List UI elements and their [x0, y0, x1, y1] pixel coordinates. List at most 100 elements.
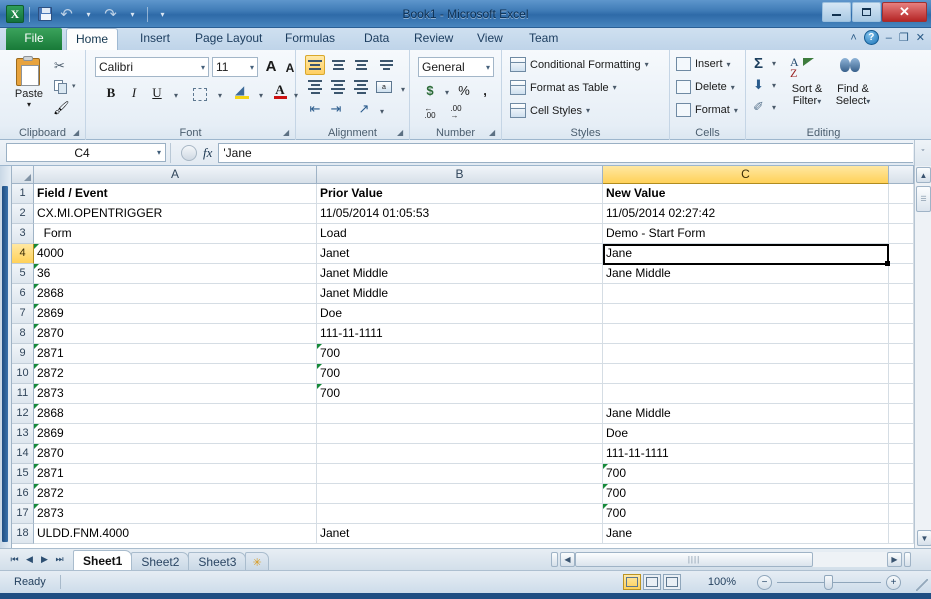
grid-cell[interactable]: Doe — [603, 424, 889, 444]
sheet-tab-sheet3[interactable]: Sheet3 — [188, 551, 247, 571]
grid-cell[interactable] — [889, 304, 914, 324]
grid-cell[interactable] — [317, 464, 603, 484]
underline-dropdown-icon[interactable]: ▾ — [166, 85, 186, 105]
row-header[interactable]: 15 — [12, 464, 34, 484]
orientation-icon[interactable]: ↗ — [354, 99, 374, 119]
column-header-b[interactable]: B — [317, 166, 603, 184]
grow-font-icon[interactable]: A — [261, 56, 281, 76]
row-header[interactable]: 3 — [12, 224, 34, 244]
find-select-button[interactable]: Find & Select▾ — [830, 55, 876, 108]
increase-decimal-icon[interactable]: ← .00 — [420, 102, 440, 122]
grid-cell[interactable]: 700 — [603, 464, 889, 484]
grid-cell[interactable]: 2868 — [34, 284, 317, 304]
row-header[interactable]: 2 — [12, 204, 34, 224]
copy-dropdown-icon[interactable]: ▾ — [72, 82, 76, 90]
formula-input[interactable]: 'Jane — [218, 142, 913, 163]
zoom-out-button[interactable]: − — [757, 574, 772, 590]
grid-cell[interactable]: 2873 — [34, 384, 317, 404]
font-name-select[interactable]: Calibri ▾ — [95, 57, 209, 77]
grid-cell[interactable]: 700 — [317, 344, 603, 364]
zoom-thumb[interactable] — [824, 574, 833, 590]
top-align-icon[interactable] — [305, 55, 325, 75]
grid-cell[interactable]: Load — [317, 224, 603, 244]
grid-cell[interactable]: Janet — [317, 244, 603, 264]
grid-cell[interactable] — [889, 424, 914, 444]
doc-close-icon[interactable]: ✕ — [916, 31, 925, 44]
grid-cell[interactable]: Jane — [603, 524, 889, 544]
grid-cell[interactable]: Jane — [603, 244, 889, 264]
tab-insert[interactable]: Insert — [131, 28, 179, 50]
minimize-ribbon-icon[interactable]: ˄ — [850, 32, 856, 44]
first-sheet-icon[interactable]: ⏮ — [8, 554, 21, 565]
grid-cell[interactable]: Janet — [317, 524, 603, 544]
grid-cell[interactable] — [889, 244, 914, 264]
grid-cell[interactable] — [889, 264, 914, 284]
row-header[interactable]: 10 — [12, 364, 34, 384]
close-button[interactable]: ✕ — [882, 2, 927, 22]
format-painter-icon[interactable]: 🖌 — [53, 100, 70, 116]
grid-cell[interactable] — [603, 284, 889, 304]
tab-team[interactable]: Team — [520, 28, 567, 50]
row-header[interactable]: 11 — [12, 384, 34, 404]
insert-cells-button[interactable]: Insert ▾ — [676, 57, 731, 71]
grid-cell[interactable]: Prior Value — [317, 184, 603, 204]
prev-sheet-icon[interactable]: ◀ — [23, 554, 36, 565]
grid-cell[interactable] — [317, 444, 603, 464]
grid-cell[interactable]: CX.MI.OPENTRIGGER — [34, 204, 317, 224]
zoom-in-button[interactable]: + — [886, 574, 901, 590]
normal-view-icon[interactable] — [623, 574, 641, 590]
row-header[interactable]: 16 — [12, 484, 34, 504]
font-dialog-launcher[interactable]: ◢ — [283, 128, 292, 137]
grid-cell[interactable] — [317, 504, 603, 524]
tab-data[interactable]: Data — [355, 28, 398, 50]
grid-cell[interactable] — [889, 504, 914, 524]
insert-function-icon[interactable]: fx — [203, 145, 212, 161]
grid-cell[interactable]: 11/05/2014 02:27:42 — [603, 204, 889, 224]
grid-cell[interactable]: Form — [34, 224, 317, 244]
bold-button[interactable]: B — [101, 83, 121, 103]
grid-cell[interactable]: 2868 — [34, 404, 317, 424]
scroll-down-button[interactable]: ▼ — [917, 530, 931, 546]
horizontal-split-handle[interactable] — [551, 551, 558, 567]
cell-styles-button[interactable]: Cell Styles ▾ — [510, 103, 590, 118]
grid-cell[interactable]: 700 — [317, 384, 603, 404]
grid-cell[interactable] — [603, 344, 889, 364]
grid-cell[interactable] — [889, 364, 914, 384]
maximize-button[interactable] — [852, 2, 881, 22]
grid-cell[interactable] — [889, 524, 914, 544]
fill-dropdown-icon[interactable]: ▾ — [772, 81, 776, 90]
number-dialog-launcher[interactable]: ◢ — [489, 128, 498, 137]
horizontal-split-handle-right[interactable] — [904, 551, 911, 567]
row-header[interactable]: 7 — [12, 304, 34, 324]
minimize-button[interactable] — [822, 2, 851, 22]
align-left-icon[interactable] — [305, 77, 325, 97]
sort-filter-button[interactable]: A Z Sort & Filter▾ — [784, 55, 830, 108]
grid-cell[interactable] — [603, 364, 889, 384]
insert-worksheet-icon[interactable]: ✳ — [245, 551, 269, 571]
zoom-track[interactable] — [777, 574, 881, 590]
row-header[interactable]: 9 — [12, 344, 34, 364]
bottom-align-icon[interactable] — [351, 55, 371, 75]
percent-icon[interactable]: % — [454, 80, 474, 100]
delete-cells-button[interactable]: Delete ▾ — [676, 80, 735, 94]
doc-restore-icon[interactable]: ❐ — [899, 31, 909, 44]
grid-cell[interactable]: 2870 — [34, 324, 317, 344]
row-header[interactable]: 13 — [12, 424, 34, 444]
grid-cell[interactable]: 700 — [603, 484, 889, 504]
grid-cell[interactable] — [603, 324, 889, 344]
row-header[interactable]: 14 — [12, 444, 34, 464]
select-all-corner[interactable] — [12, 166, 34, 184]
grid-cell[interactable]: 2869 — [34, 424, 317, 444]
tab-home[interactable]: Home — [66, 28, 119, 50]
clipboard-dialog-launcher[interactable]: ◢ — [73, 128, 82, 137]
horizontal-scrollbar[interactable]: ◀ |||| ▶ — [551, 551, 911, 567]
window-resize-grip-icon[interactable] — [916, 579, 928, 591]
tab-review[interactable]: Review — [405, 28, 462, 50]
number-format-select[interactable]: General ▾ — [418, 57, 494, 77]
decrease-decimal-icon[interactable]: .00 → — [446, 102, 466, 122]
fill-handle[interactable] — [885, 261, 890, 266]
page-layout-view-icon[interactable] — [643, 574, 661, 590]
cancel-formula-icon[interactable] — [181, 144, 197, 161]
grid-cell[interactable]: 700 — [603, 504, 889, 524]
middle-align-icon[interactable] — [328, 55, 348, 75]
